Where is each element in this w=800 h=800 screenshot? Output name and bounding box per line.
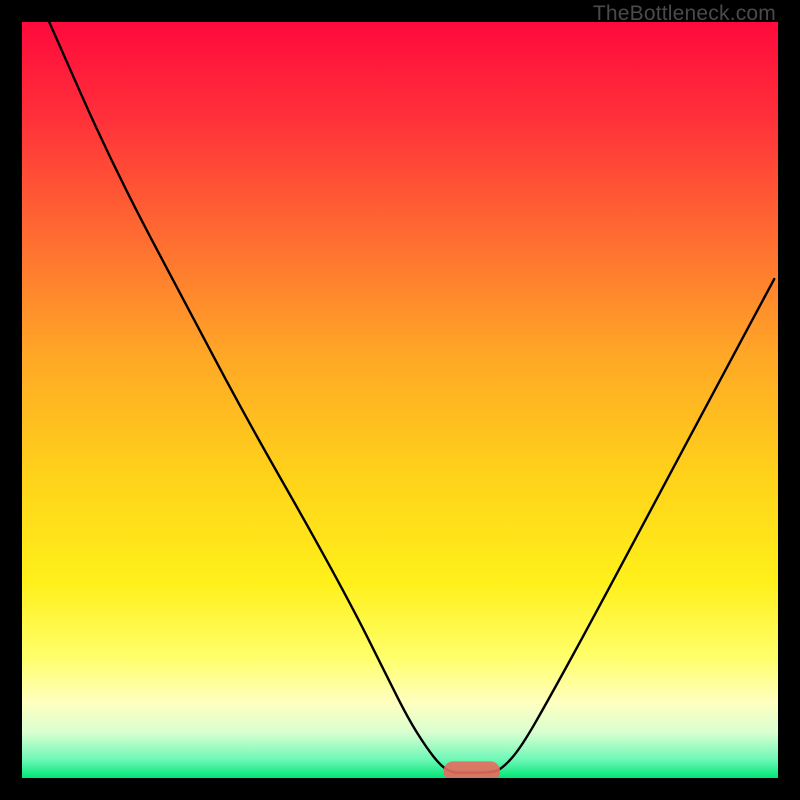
- chart-frame: [22, 22, 778, 778]
- bottleneck-chart: [22, 22, 778, 778]
- chart-background: [22, 22, 778, 778]
- optimal-marker: [443, 761, 500, 778]
